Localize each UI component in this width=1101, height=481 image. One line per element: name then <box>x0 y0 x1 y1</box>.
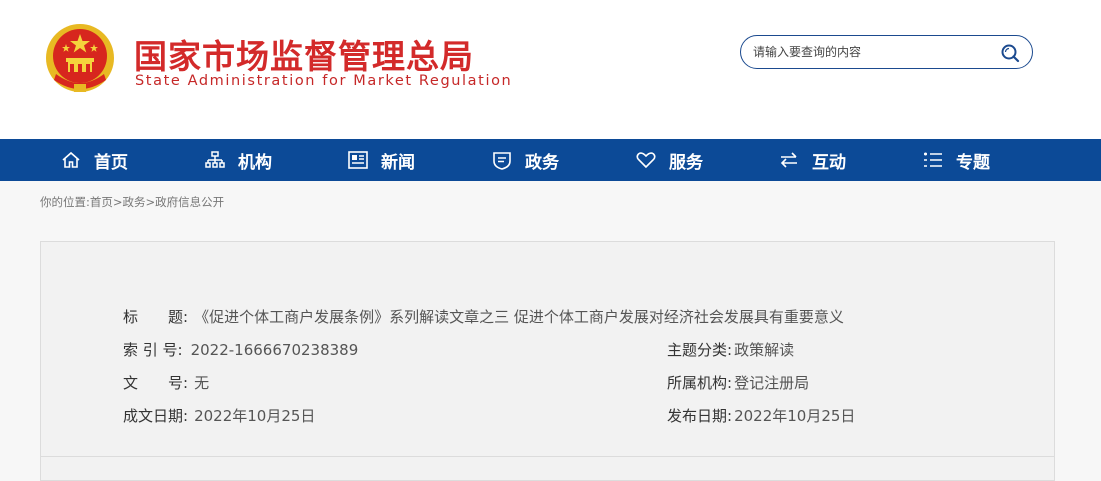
nav-item-affairs[interactable]: 政务 <box>491 139 559 181</box>
title-label: 标 题: <box>123 308 189 326</box>
search-box <box>740 35 1033 69</box>
search-icon[interactable] <box>1000 43 1020 63</box>
nav-item-org[interactable]: 机构 <box>204 139 272 181</box>
search-input[interactable] <box>753 43 993 61</box>
docno-label: 文 号: <box>123 374 189 392</box>
nav-item-label: 互动 <box>812 152 846 173</box>
nav-item-interact[interactable]: 互动 <box>778 139 846 181</box>
index-label: 索 引 号: <box>123 341 183 359</box>
info-row-org: 所属机构: 登记注册局 <box>667 372 809 393</box>
panel-divider <box>40 456 1055 457</box>
breadcrumb-link-affairs[interactable]: 政务 <box>123 195 146 209</box>
nav-item-home[interactable]: 首页 <box>60 139 128 181</box>
info-row-index: 索 引 号: 2022-1666670238389 <box>123 339 358 360</box>
org-chart-icon <box>205 151 225 168</box>
nav-item-news[interactable]: 新闻 <box>347 139 415 181</box>
title-value: 《促进个体工商户发展条例》系列解读文章之三 促进个体工商户发展对经济社会发展具有… <box>194 308 844 326</box>
info-row-created: 成文日期: 2022年10月25日 <box>123 405 315 426</box>
exchange-icon <box>780 152 797 168</box>
nav-item-label: 首页 <box>94 152 128 173</box>
topic-list-icon <box>924 152 942 167</box>
info-row-docno: 文 号: 无 <box>123 372 209 393</box>
breadcrumb-separator: > <box>112 195 123 209</box>
home-icon <box>62 151 80 168</box>
national-emblem-icon[interactable] <box>44 22 116 96</box>
site-title-cn: 国家市场监督管理总局 <box>134 37 474 76</box>
category-label: 主题分类: <box>667 341 733 359</box>
info-row-published: 发布日期: 2022年10月25日 <box>667 405 855 426</box>
breadcrumb-link-home[interactable]: 首页 <box>90 195 113 209</box>
category-value: 政策解读 <box>734 341 795 359</box>
created-value: 2022年10月25日 <box>194 407 316 425</box>
nav-item-label: 政务 <box>525 152 559 173</box>
breadcrumb-prefix: 你的位置: <box>40 195 90 209</box>
nav-item-label: 服务 <box>669 152 703 173</box>
published-label: 发布日期: <box>667 407 733 425</box>
docno-value: 无 <box>194 374 210 392</box>
index-value: 2022-1666670238389 <box>190 341 359 359</box>
breadcrumb-separator: > <box>145 195 156 209</box>
heart-icon <box>636 152 656 169</box>
document-info-panel <box>40 241 1055 481</box>
org-label: 所属机构: <box>667 374 733 392</box>
created-label: 成文日期: <box>123 407 189 425</box>
org-value: 登记注册局 <box>734 374 810 392</box>
nav-item-label: 机构 <box>238 152 272 173</box>
site-title-en: State Administration for Market Regulati… <box>135 73 513 89</box>
site-header: 国家市场监督管理总局 State Administration for Mark… <box>0 0 1101 139</box>
published-value: 2022年10月25日 <box>734 407 856 425</box>
breadcrumb: 你的位置:首页>政务>政府信息公开 <box>40 194 224 210</box>
nav-item-service[interactable]: 服务 <box>635 139 703 181</box>
nav-item-label: 专题 <box>956 152 990 173</box>
breadcrumb-link-disclosure[interactable]: 政府信息公开 <box>155 195 224 209</box>
main-nav: 首页 机构 新闻 政务 服务 互动 专题 <box>0 139 1101 181</box>
nav-item-label: 新闻 <box>381 152 415 173</box>
nav-item-topics[interactable]: 专题 <box>922 139 990 181</box>
info-row-title: 标 题: 《促进个体工商户发展条例》系列解读文章之三 促进个体工商户发展对经济社会… <box>123 306 844 327</box>
info-row-category: 主题分类: 政策解读 <box>667 339 794 360</box>
shield-icon <box>493 152 511 170</box>
news-icon <box>348 151 368 169</box>
